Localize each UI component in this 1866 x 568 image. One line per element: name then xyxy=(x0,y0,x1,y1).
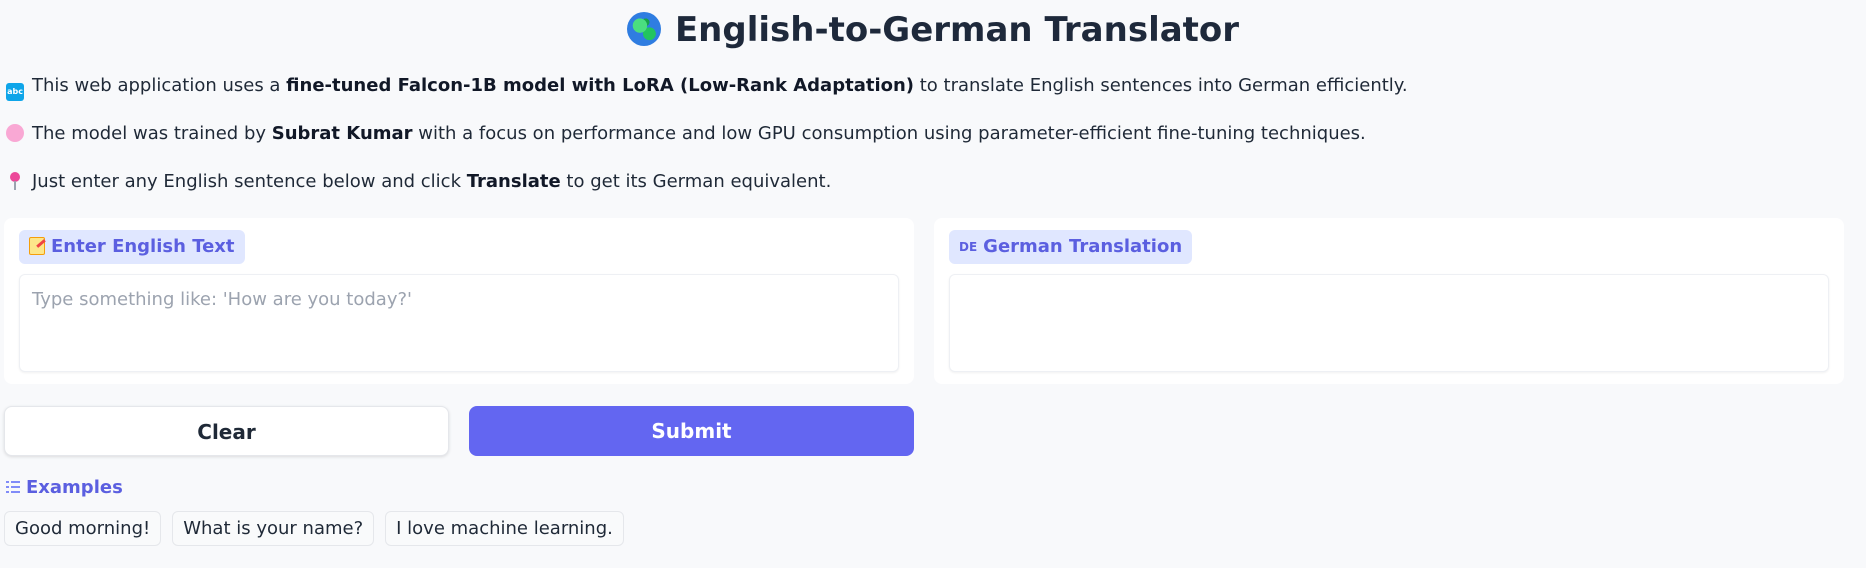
examples-heading: Examples xyxy=(6,477,123,499)
page-title-text: English-to-German Translator xyxy=(674,10,1240,50)
description-text: to get its German equivalent. xyxy=(560,171,832,192)
output-label-text: German Translation xyxy=(983,236,1183,257)
description-text: to translate English sentences into Germ… xyxy=(914,75,1408,96)
globe-icon xyxy=(626,12,661,46)
pushpin-icon xyxy=(6,172,24,190)
page-title: English-to-German Translator xyxy=(0,8,1866,52)
description-line-3: Just enter any English sentence below an… xyxy=(6,170,831,194)
german-translation-output[interactable] xyxy=(949,274,1829,372)
examples-heading-text: Examples xyxy=(26,477,123,498)
description-bold: Subrat Kumar xyxy=(271,123,413,144)
description-bold: Translate xyxy=(466,171,561,192)
description-text: with a focus on performance and low GPU … xyxy=(412,123,1366,144)
description-text: The model was trained by xyxy=(32,123,272,144)
description-bold: fine-tuned Falcon-1B model with LoRA (Lo… xyxy=(286,75,915,96)
examples-list: Good morning! What is your name? I love … xyxy=(4,511,624,546)
description-text: This web application uses a xyxy=(32,75,287,96)
input-panel-label: Enter English Text xyxy=(19,230,245,264)
output-panel-label: DE German Translation xyxy=(949,230,1193,264)
input-panel: Enter English Text xyxy=(4,218,914,384)
output-panel: DE German Translation xyxy=(934,218,1844,384)
abc-icon: abc xyxy=(6,83,24,101)
german-flag-icon: DE xyxy=(959,240,978,254)
description-text: Just enter any English sentence below an… xyxy=(32,171,467,192)
list-icon xyxy=(6,481,20,493)
input-label-text: Enter English Text xyxy=(51,236,235,257)
example-item[interactable]: I love machine learning. xyxy=(385,511,624,546)
example-item[interactable]: Good morning! xyxy=(4,511,162,546)
description-line-2: The model was trained by Subrat Kumar wi… xyxy=(6,122,1366,146)
submit-button[interactable]: Submit xyxy=(469,406,914,456)
description-line-1: abc This web application uses a fine-tune… xyxy=(6,74,1408,101)
example-item[interactable]: What is your name? xyxy=(172,511,375,546)
brain-icon xyxy=(6,124,24,142)
english-text-input[interactable] xyxy=(19,274,899,372)
memo-icon xyxy=(29,237,45,255)
clear-button[interactable]: Clear xyxy=(4,406,449,456)
